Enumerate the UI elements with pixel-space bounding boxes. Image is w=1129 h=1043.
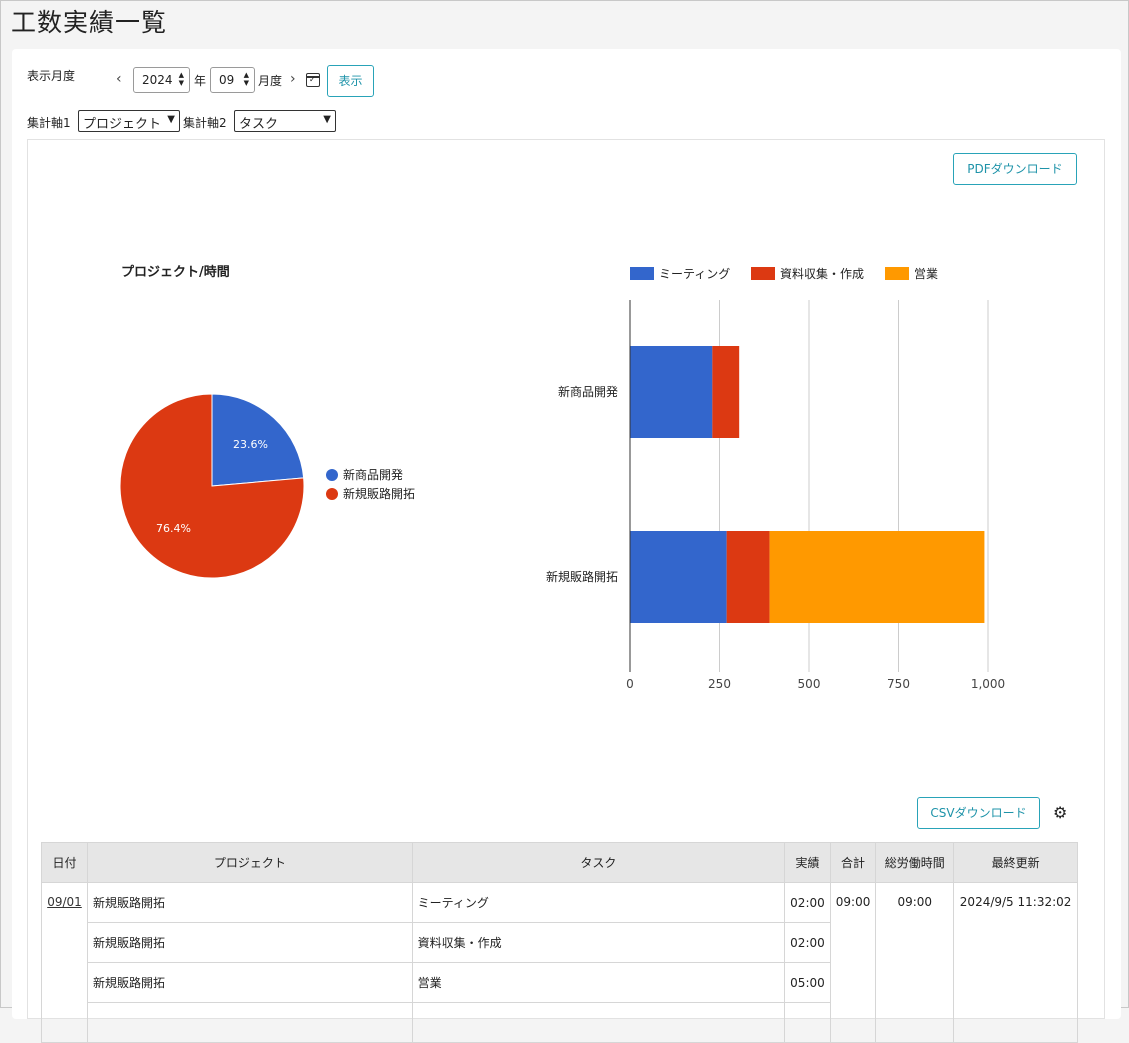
results-table: 日付 プロジェクト タスク 実績 合計 総労働時間 最終更新 09/01 新規販…	[41, 842, 1078, 1043]
show-button[interactable]: 表示	[327, 65, 374, 97]
main-card: 表示月度 ‹ 2024 ▲▼ 年 09 ▲▼ 月度 › 表示 集計軸1 プロジェ…	[12, 49, 1121, 1043]
year-unit: 年	[194, 74, 207, 88]
legend-swatch	[885, 267, 909, 280]
tick-label: 1,000	[971, 677, 1005, 691]
axis2-label: 集計軸2	[183, 116, 227, 130]
axis2-select[interactable]: タスク ▼	[234, 110, 336, 132]
total-cell: 09:00	[829, 882, 877, 1043]
calendar-icon[interactable]	[306, 73, 320, 87]
bar-segment	[630, 346, 713, 438]
col-project[interactable]: プロジェクト	[86, 842, 413, 883]
tick-label: 750	[887, 677, 910, 691]
legend-label: 新規販路開拓	[343, 486, 415, 501]
project-cell: 新規販路開拓	[86, 962, 413, 1003]
gear-icon[interactable]: ⚙	[1053, 803, 1067, 822]
actual-cell: 02:00	[784, 882, 831, 923]
axis1-select[interactable]: プロジェクト ▼	[78, 110, 180, 132]
tick-label: 250	[708, 677, 731, 691]
spin-icon: ▲ ▼	[178, 71, 184, 87]
col-work-hours[interactable]: 総労働時間	[875, 842, 955, 883]
bar-segment	[630, 531, 727, 623]
col-task[interactable]: タスク	[411, 842, 786, 883]
bar-segment	[712, 346, 740, 438]
task-cell: 営業	[411, 962, 786, 1003]
actual-cell: 05:00	[784, 962, 831, 1003]
date-cell: 09/01	[41, 882, 88, 1043]
bar-chart: ミーティング 資料収集・作成 営業 0 250 500 750 1,000 新商品開発新規販路開…	[546, 266, 1005, 691]
year-input[interactable]: 2024 ▲ ▼	[133, 67, 190, 93]
tick-label: 0	[626, 677, 634, 691]
prev-month-icon[interactable]: ‹	[116, 71, 122, 87]
month-label: 表示月度	[27, 69, 76, 83]
tick-label: 500	[798, 677, 821, 691]
spin-icon: ▲ ▼	[243, 71, 249, 87]
col-total[interactable]: 合計	[829, 842, 877, 883]
col-date[interactable]: 日付	[41, 842, 88, 883]
chart-panel: PDFダウンロード プロジェクト/時間 23.6% 76.4% 新商品開発 新規販路開拓…	[27, 139, 1105, 1043]
legend-label: 営業	[914, 267, 938, 281]
pie-slice-label: 76.4%	[156, 522, 191, 535]
legend-swatch	[630, 267, 654, 280]
chevron-down-icon: ▼	[323, 114, 331, 125]
legend-marker	[326, 469, 338, 481]
category-label: 新商品開発	[558, 384, 618, 399]
axis1-label: 集計軸1	[27, 116, 71, 130]
category-label: 新規販路開拓	[546, 569, 618, 584]
legend-label: ミーティング	[659, 267, 730, 281]
legend-label: 新商品開発	[343, 467, 403, 482]
month-unit: 月度	[258, 74, 283, 88]
task-cell: 資料収集・作成	[411, 922, 786, 963]
project-cell: 新規販路開拓	[86, 882, 413, 923]
csv-download-button[interactable]: CSVダウンロード	[917, 797, 1040, 829]
work-hours-cell: 09:00	[875, 882, 955, 1043]
actual-cell: 02:00	[784, 922, 831, 963]
pie-chart: プロジェクト/時間 23.6% 76.4% 新商品開発新規販路開拓	[119, 264, 415, 579]
pie-title: プロジェクト/時間	[121, 264, 230, 280]
chevron-down-icon: ▼	[167, 114, 175, 125]
legend-swatch	[751, 267, 775, 280]
table-row: 09/01 新規販路開拓 ミーティング 02:00 09:00 09:00 20…	[41, 882, 1078, 1043]
updated-cell: 2024/9/5 11:32:02	[953, 882, 1078, 1043]
page-title: 工数実績一覧	[11, 8, 168, 37]
next-month-icon[interactable]: ›	[290, 71, 296, 87]
legend-marker	[326, 488, 338, 500]
col-actual[interactable]: 実績	[784, 842, 831, 883]
pie-slice-label: 23.6%	[233, 438, 268, 451]
month-input[interactable]: 09 ▲ ▼	[210, 67, 255, 93]
col-updated[interactable]: 最終更新	[953, 842, 1078, 883]
project-cell: 新規販路開拓	[86, 922, 413, 963]
bar-segment	[726, 531, 770, 623]
task-cell: ミーティング	[411, 882, 786, 923]
bar-segment	[769, 531, 985, 623]
date-link[interactable]: 09/01	[47, 895, 82, 909]
legend-label: 資料収集・作成	[780, 266, 864, 281]
